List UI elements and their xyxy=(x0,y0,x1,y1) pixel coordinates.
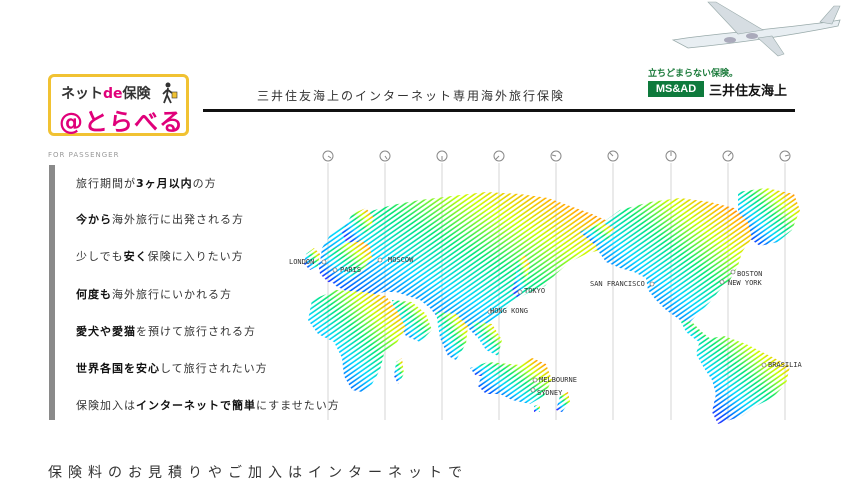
city-label-london: LONDON xyxy=(289,258,315,266)
city-label-hong-kong: HONG KONG xyxy=(490,307,528,315)
city-label-san-francisco: SAN FRANCISCO xyxy=(590,280,645,288)
city-label-new-york: NEW YORK xyxy=(728,279,762,287)
footer-heading: 保険料のお見積りやご加入はインターネットで xyxy=(48,465,468,481)
city-label-tokyo: TOKYO xyxy=(524,287,546,295)
city-label-moscow: MOSCOW xyxy=(388,256,414,264)
city-label-melbourne: MELBOURNE xyxy=(539,376,577,384)
city-label-paris: PARIS xyxy=(340,266,362,274)
city-label-boston: BOSTON xyxy=(737,270,763,278)
city-label-sydney: SYDNEY xyxy=(537,389,563,397)
world-map xyxy=(304,150,800,424)
city-label-brasilia: BRASILIA xyxy=(768,361,802,369)
